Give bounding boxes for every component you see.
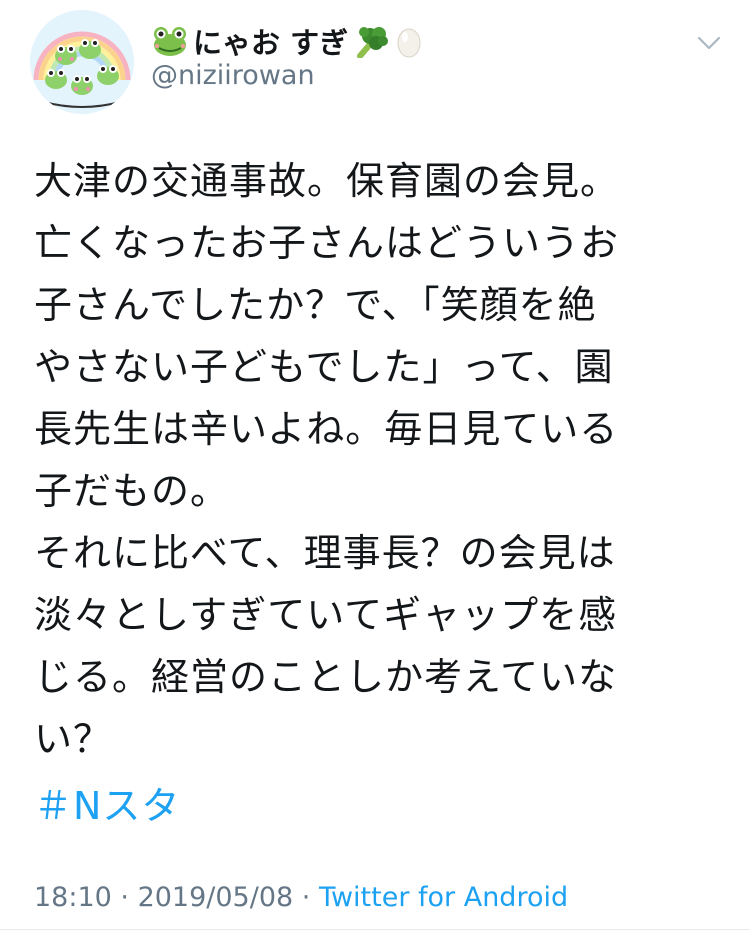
tweet-text-line: それに比べて、理事長？の会見は: [34, 531, 616, 575]
tweet-text-line: 淡々としすぎていてギャップを感: [34, 593, 618, 637]
tweet-text-line: やさない子どもでした」って、園: [34, 345, 614, 389]
meta-separator: ·: [111, 882, 138, 913]
tweet-meta: 18:10 · 2019/05/08 · Twitter for Android: [34, 878, 568, 918]
hashtag-link[interactable]: ＃Nスタ: [34, 775, 180, 837]
tweet-text-line: 長先生は辛いよね。毎日見ている: [34, 407, 619, 451]
avatar-image: [30, 10, 134, 114]
tweet-date[interactable]: 2019/05/08: [138, 882, 294, 913]
meta-separator: ·: [293, 882, 319, 913]
egg-emoji-icon: [394, 24, 432, 58]
author-handle[interactable]: @niziirowan: [151, 60, 315, 91]
tweet-text: 大津の交通事故。保育園の会見。 亡くなったお子さんはどういうお 子さんでしたか？…: [34, 150, 724, 770]
divider: [0, 929, 750, 930]
tweet-text-line: 亡くなったお子さんはどういうお: [34, 221, 620, 265]
chevron-down-icon[interactable]: [694, 28, 724, 58]
broccoli-emoji-icon: [352, 24, 390, 59]
tweet-text-line: じる。経営のことしか考えていな: [34, 655, 618, 699]
author-name-row[interactable]: にゃお すぎ: [151, 20, 432, 62]
tweet-time[interactable]: 18:10: [34, 882, 112, 913]
tweet-text-line: 大津の交通事故。保育園の会見。: [34, 159, 620, 203]
tweet-header: にゃお すぎ @niziirowan: [0, 0, 750, 125]
tweet-text-line: 子だもの。: [34, 469, 230, 513]
tweet-text-line: い？: [34, 717, 113, 761]
frog-emoji-icon: [151, 24, 189, 58]
display-name[interactable]: にゃお すぎ: [193, 20, 348, 62]
tweet-source-link[interactable]: Twitter for Android: [319, 882, 568, 913]
tweet-text-line: 子さんでしたか？で、「笑顔を絶: [34, 283, 597, 327]
avatar[interactable]: [30, 10, 134, 114]
